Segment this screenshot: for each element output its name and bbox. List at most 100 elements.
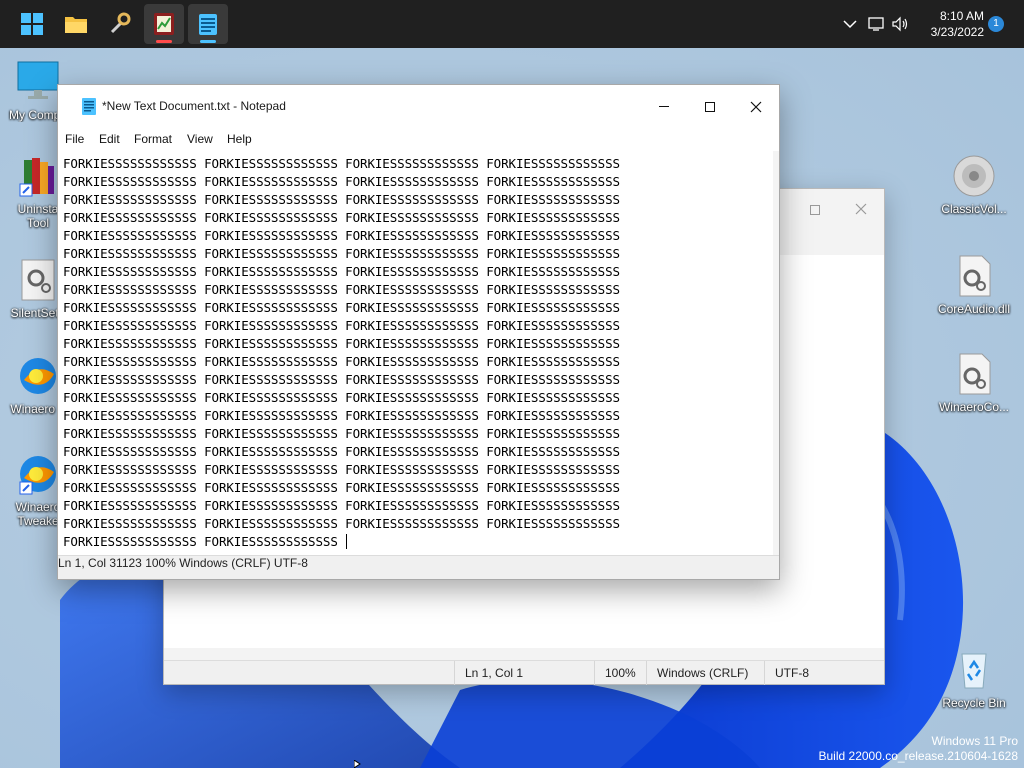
text-line: FORKIESSSSSSSSSSSS FORKIESSSSSSSSSSSS FO… bbox=[63, 426, 620, 441]
text-editor[interactable]: FORKIESSSSSSSSSSSS FORKIESSSSSSSSSSSS FO… bbox=[58, 151, 774, 557]
zoom-level: 100% bbox=[594, 661, 646, 685]
window-title: *New Text Document.txt - Notepad bbox=[102, 99, 286, 113]
text-line: FORKIESSSSSSSSSSSS FORKIESSSSSSSSSSSS FO… bbox=[63, 336, 620, 351]
text-line: FORKIESSSSSSSSSSSS FORKIESSSSSSSSSSSS FO… bbox=[63, 480, 620, 495]
text-line: FORKIESSSSSSSSSSSS FORKIESSSSSSSSSSSS FO… bbox=[63, 228, 620, 243]
encoding: UTF-8 bbox=[764, 661, 884, 685]
chevron-up-icon bbox=[843, 20, 857, 29]
notepad-app-button[interactable] bbox=[188, 4, 228, 44]
clock-date: 3/23/2022 bbox=[930, 25, 984, 39]
menu-format[interactable]: Format bbox=[134, 132, 172, 146]
text-line: FORKIESSSSSSSSSSSS FORKIESSSSSSSSSSSS FO… bbox=[63, 390, 620, 405]
show-hidden-icons-button[interactable] bbox=[840, 14, 860, 34]
text-line: FORKIESSSSSSSSSSSS FORKIESSSSSSSSSSSS FO… bbox=[63, 408, 620, 423]
title-bar[interactable]: *New Text Document.txt - Notepad bbox=[58, 85, 779, 129]
text-line: FORKIESSSSSSSSSSSS FORKIESSSSSSSSSSSS bbox=[63, 534, 348, 549]
running-indicator bbox=[200, 40, 216, 43]
desktop-icon-coreaudio[interactable]: CoreAudio.dll bbox=[934, 252, 1014, 316]
text-line: FORKIESSSSSSSSSSSS FORKIESSSSSSSSSSSS FO… bbox=[63, 354, 620, 369]
text-line: FORKIESSSSSSSSSSSS FORKIESSSSSSSSSSSS FO… bbox=[63, 516, 620, 531]
recycle-bin-icon bbox=[950, 646, 998, 694]
text-line: FORKIESSSSSSSSSSSS FORKIESSSSSSSSSSSS FO… bbox=[63, 192, 620, 207]
clock-time: 8:10 AM bbox=[939, 9, 984, 23]
gear-file-icon bbox=[950, 252, 998, 300]
running-indicator bbox=[156, 40, 172, 43]
line-ending: Windows (CRLF) bbox=[179, 556, 271, 570]
winaero-icon bbox=[14, 352, 62, 400]
notepad-icon bbox=[199, 14, 217, 35]
text-line: FORKIESSSSSSSSSSSS FORKIESSSSSSSSSSSS FO… bbox=[63, 282, 620, 297]
text-line: FORKIESSSSSSSSSSSS FORKIESSSSSSSSSSSS FO… bbox=[63, 246, 620, 261]
close-button[interactable] bbox=[838, 199, 884, 223]
text-line: FORKIESSSSSSSSSSSS FORKIESSSSSSSSSSSS FO… bbox=[63, 300, 620, 315]
desktop-icon-label: CoreAudio.dll bbox=[937, 302, 1011, 316]
wrench-icon bbox=[110, 12, 131, 34]
volume-icon bbox=[892, 16, 908, 32]
start-button[interactable] bbox=[12, 4, 52, 44]
desktop-icon-label: WinaeroCo... bbox=[938, 400, 1010, 414]
network-icon bbox=[868, 17, 884, 31]
text-line: FORKIESSSSSSSSSSSS FORKIESSSSSSSSSSSS FO… bbox=[63, 210, 620, 225]
desktop-icon-recycle-bin[interactable]: Recycle Bin bbox=[934, 646, 1014, 710]
menu-file[interactable]: File bbox=[65, 132, 84, 146]
speaker-icon bbox=[950, 152, 998, 200]
horizontal-scrollbar[interactable] bbox=[164, 648, 884, 660]
watermark-edition: Windows 11 Pro bbox=[931, 734, 1018, 748]
notepad-icon bbox=[82, 98, 96, 115]
maximize-icon bbox=[810, 205, 820, 215]
red-app-button[interactable] bbox=[144, 4, 184, 44]
cursor-position: Ln 1, Col 1 bbox=[454, 661, 594, 685]
winaero-shortcut-icon bbox=[14, 450, 62, 498]
monitor-icon bbox=[14, 58, 62, 106]
cursor-position: Ln 1, Col 31123 bbox=[58, 556, 142, 570]
menu-edit[interactable]: Edit bbox=[99, 132, 120, 146]
text-line: FORKIESSSSSSSSSSSS FORKIESSSSSSSSSSSS FO… bbox=[63, 372, 620, 387]
windows-watermark: Windows 11 Pro Build 22000.co_release.21… bbox=[819, 734, 1019, 764]
notepad-window[interactable]: *New Text Document.txt - Notepad File Ed… bbox=[57, 84, 780, 580]
volume-button[interactable] bbox=[890, 14, 910, 34]
maximize-icon bbox=[705, 102, 715, 112]
windows-logo-icon bbox=[21, 13, 43, 35]
desktop-icon-label: Recycle Bin bbox=[942, 696, 1006, 710]
chart-app-icon bbox=[154, 13, 174, 35]
text-line: FORKIESSSSSSSSSSSS FORKIESSSSSSSSSSSS FO… bbox=[63, 498, 620, 513]
zoom-level: 100% bbox=[145, 556, 176, 570]
gear-file-icon bbox=[14, 256, 62, 304]
minimize-icon bbox=[659, 106, 669, 107]
text-line: FORKIESSSSSSSSSSSS FORKIESSSSSSSSSSSS FO… bbox=[63, 156, 620, 171]
mouse-cursor-icon bbox=[354, 760, 361, 768]
folder-icon bbox=[65, 17, 87, 33]
text-line: FORKIESSSSSSSSSSSS FORKIESSSSSSSSSSSS FO… bbox=[63, 444, 620, 459]
minimize-button[interactable] bbox=[641, 85, 687, 129]
text-line: FORKIESSSSSSSSSSSS FORKIESSSSSSSSSSSS FO… bbox=[63, 318, 620, 333]
clock[interactable]: 8:10 AM 3/23/2022 bbox=[914, 8, 984, 40]
taskbar: 8:10 AM 3/23/2022 1 bbox=[0, 0, 1024, 48]
uninstall-tool-icon bbox=[14, 152, 62, 200]
maximize-button[interactable] bbox=[687, 85, 733, 129]
close-icon bbox=[855, 203, 867, 215]
desktop-icon-label: ClassicVol... bbox=[941, 202, 1007, 216]
notification-badge[interactable]: 1 bbox=[988, 16, 1004, 32]
text-caret bbox=[346, 534, 348, 549]
status-bar: Ln 1, Col 31123 100% Windows (CRLF) UTF-… bbox=[58, 555, 779, 579]
menu-help[interactable]: Help bbox=[227, 132, 252, 146]
status-bar: Ln 1, Col 1 100% Windows (CRLF) UTF-8 bbox=[164, 660, 884, 685]
close-button[interactable] bbox=[733, 85, 779, 129]
text-line: FORKIESSSSSSSSSSSS FORKIESSSSSSSSSSSS FO… bbox=[63, 174, 620, 189]
gear-file-icon bbox=[950, 350, 998, 398]
watermark-build: Build 22000.co_release.210604-1628 bbox=[818, 749, 1019, 763]
menu-bar: File Edit Format View Help bbox=[58, 129, 779, 149]
line-ending: Windows (CRLF) bbox=[646, 661, 766, 685]
network-button[interactable] bbox=[866, 14, 886, 34]
text-line: FORKIESSSSSSSSSSSS FORKIESSSSSSSSSSSS FO… bbox=[63, 264, 620, 279]
maximize-button[interactable] bbox=[792, 199, 838, 223]
text-line: FORKIESSSSSSSSSSSS FORKIESSSSSSSSSSSS FO… bbox=[63, 462, 620, 477]
close-icon bbox=[750, 101, 762, 113]
encoding: UTF-8 bbox=[273, 556, 308, 570]
vertical-scrollbar[interactable] bbox=[773, 151, 779, 557]
desktop-icon-winaeroco[interactable]: WinaeroCo... bbox=[934, 350, 1014, 414]
menu-view[interactable]: View bbox=[187, 132, 213, 146]
tweaker-app-button[interactable] bbox=[100, 4, 140, 44]
desktop-icon-classicvolume[interactable]: ClassicVol... bbox=[934, 152, 1014, 216]
file-explorer-button[interactable] bbox=[56, 4, 96, 44]
